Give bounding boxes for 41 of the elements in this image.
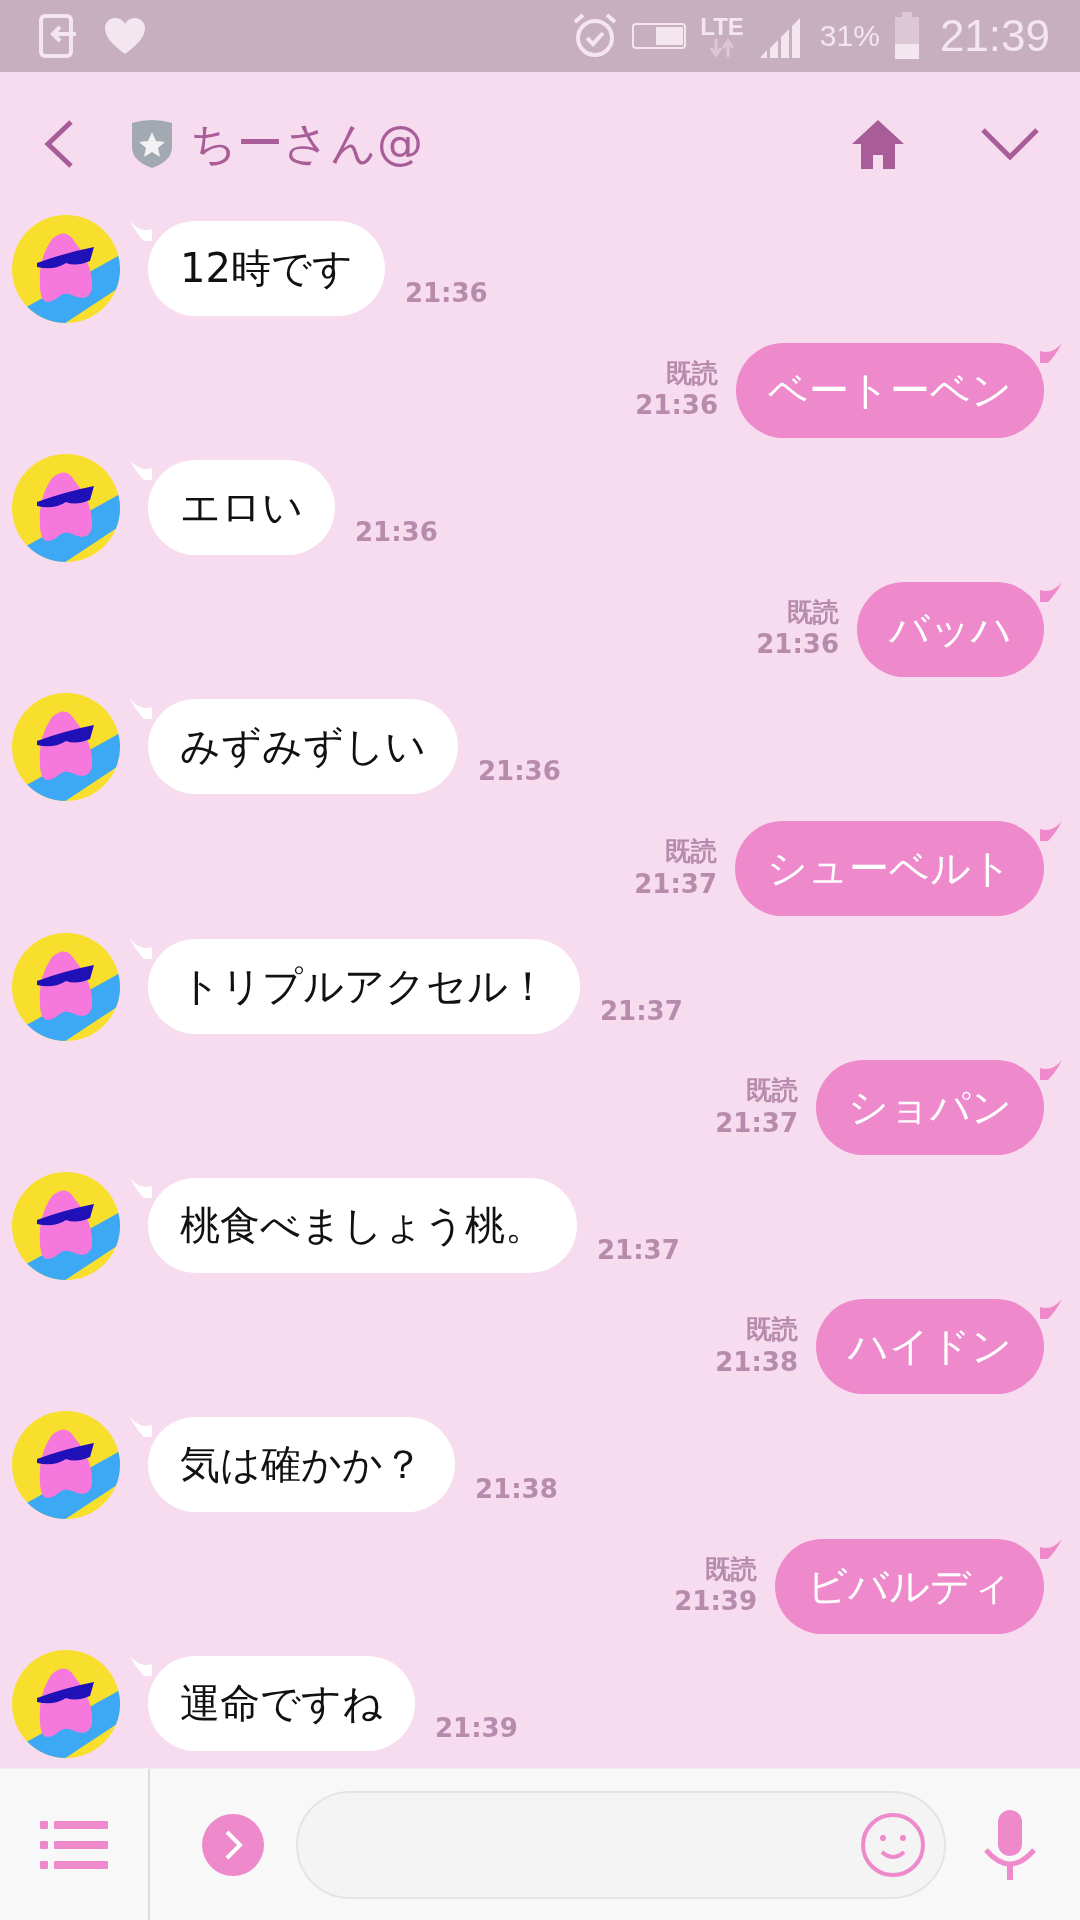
message-time: 21:39 xyxy=(674,1585,757,1618)
message-time: 21:36 xyxy=(404,277,488,310)
heart-icon xyxy=(104,17,146,55)
read-label: 既読 xyxy=(746,1313,798,1346)
message-time: 21:37 xyxy=(597,1233,680,1267)
message-time: 21:38 xyxy=(715,1346,798,1379)
microphone-icon[interactable] xyxy=(982,1809,1038,1880)
home-icon[interactable] xyxy=(850,117,906,170)
message-bubble[interactable]: トリプルアクセル！ xyxy=(148,938,580,1034)
message-bubble[interactable]: みずみずしい xyxy=(148,699,458,795)
message-time: 21:36 xyxy=(635,389,718,422)
read-label: 既読 xyxy=(665,835,717,868)
message-bubble[interactable]: 運命ですね xyxy=(148,1656,415,1752)
read-label: 既読 xyxy=(746,1074,798,1107)
data-arrows-icon xyxy=(709,39,736,57)
message-time: 21:37 xyxy=(600,994,683,1028)
message-time: 21:36 xyxy=(355,516,438,549)
message-bubble[interactable]: 桃食べましょう桃。 xyxy=(148,1177,577,1273)
back-icon[interactable] xyxy=(44,118,74,169)
message-time: 21:36 xyxy=(478,755,561,788)
read-label: 既読 xyxy=(666,356,718,390)
shield-star-icon xyxy=(130,118,174,169)
read-label: 既読 xyxy=(705,1552,757,1586)
chat-title: ちーさん@ xyxy=(190,114,423,172)
menu-icon[interactable] xyxy=(40,1818,108,1871)
emoji-icon[interactable] xyxy=(860,1811,926,1878)
message-time: 21:39 xyxy=(435,1712,518,1745)
read-label: 既読 xyxy=(787,595,839,629)
message-bubble[interactable]: 12時です xyxy=(148,221,385,316)
message-time: 21:36 xyxy=(756,628,839,661)
alarm-icon xyxy=(572,12,619,60)
battery-icon xyxy=(893,12,920,60)
volte-icon xyxy=(632,23,687,49)
message-time: 21:37 xyxy=(715,1106,798,1140)
chevron-down-icon[interactable] xyxy=(980,126,1040,161)
phone-icon xyxy=(38,14,78,58)
message-time: 21:38 xyxy=(475,1473,558,1506)
expand-icon[interactable] xyxy=(202,1813,264,1876)
message-time: 21:37 xyxy=(634,867,717,901)
message-bubble[interactable]: エロい xyxy=(148,460,335,556)
message-bubble[interactable]: 気は確かか？ xyxy=(148,1417,455,1513)
